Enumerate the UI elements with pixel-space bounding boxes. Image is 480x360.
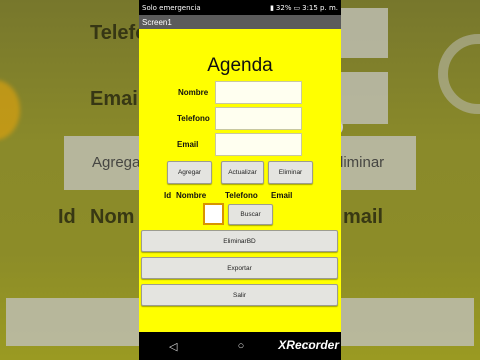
col-id: Id: [164, 191, 172, 200]
page-title: Agenda: [207, 55, 273, 76]
email-input[interactable]: [215, 133, 302, 156]
status-right: ▮ 32% ▭ 3:15 p. m.: [270, 4, 338, 12]
back-icon[interactable]: ◁: [169, 340, 177, 353]
col-name: Nombre: [176, 191, 207, 200]
bg-label: Id: [58, 206, 76, 228]
decorative-circle: [0, 80, 20, 140]
app-screen: Agenda Nombre Telefono Email Agregar Act…: [139, 29, 341, 332]
signal-icon: ▮: [270, 3, 274, 12]
bg-label: Email: [90, 88, 144, 110]
clock-text: 3:15 p. m.: [302, 3, 338, 12]
name-input[interactable]: [215, 81, 302, 104]
bg-button: [6, 298, 146, 346]
bg-label: liminar: [340, 154, 385, 171]
recorder-watermark: XRecorder: [278, 338, 339, 352]
battery-text: 32%: [275, 3, 292, 12]
bg-button: [336, 298, 474, 346]
email-label: Email: [177, 140, 199, 149]
col-phone: Telefono: [225, 191, 258, 200]
decorative-ring: [438, 34, 480, 114]
phone-frame: Solo emergencia ▮ 32% ▭ 3:15 p. m. Scree…: [139, 0, 341, 360]
status-bar: Solo emergencia ▮ 32% ▭ 3:15 p. m.: [139, 0, 341, 15]
carrier-text: Solo emergencia: [142, 3, 201, 12]
update-button[interactable]: Actualizar: [221, 161, 264, 184]
phone-input[interactable]: [215, 107, 302, 130]
search-button[interactable]: Buscar: [228, 204, 273, 225]
exit-button[interactable]: Salir: [141, 284, 338, 306]
col-email: Email: [271, 191, 293, 200]
phone-label: Telefono: [177, 114, 210, 123]
name-label: Nombre: [178, 88, 209, 97]
bg-label: mail: [343, 206, 384, 228]
delete-button[interactable]: Eliminar: [268, 161, 313, 184]
add-button[interactable]: Agregar: [167, 161, 212, 184]
delete-db-button[interactable]: EliminarBD: [141, 230, 338, 252]
battery-icon: ▭: [293, 3, 301, 12]
screen-title: Screen1: [139, 15, 341, 29]
home-icon[interactable]: ○: [238, 340, 245, 352]
bg-label: Nom: [90, 206, 135, 228]
id-input[interactable]: [203, 203, 224, 225]
bg-label: Agrega: [92, 154, 141, 171]
export-button[interactable]: Exportar: [141, 257, 338, 279]
